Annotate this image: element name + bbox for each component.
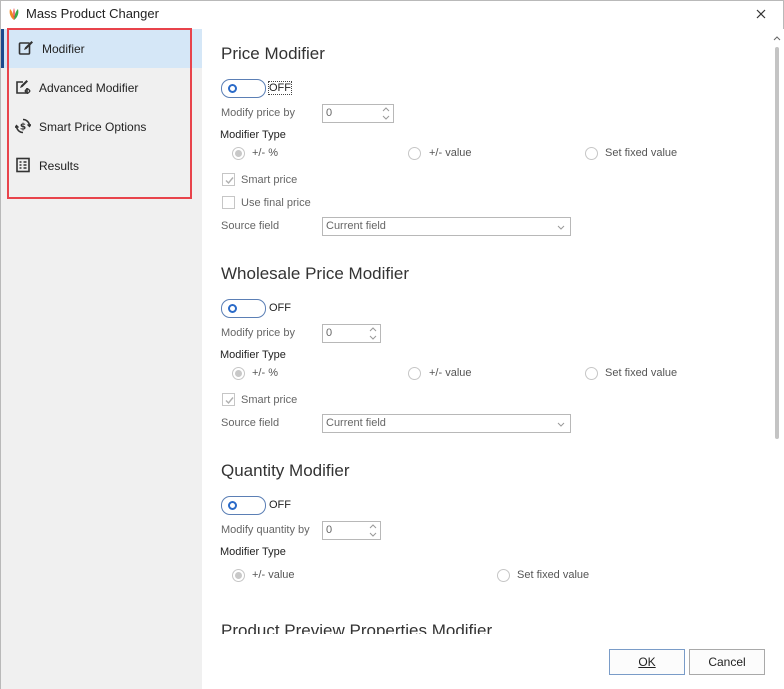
price-type-value-radio[interactable] — [408, 147, 421, 160]
radio-label: Set fixed value — [517, 569, 590, 581]
wholesale-type-fixed-radio[interactable] — [585, 367, 598, 380]
price-modifier-toggle[interactable] — [221, 79, 266, 98]
modify-price-label: Modify price by — [221, 107, 295, 119]
vertical-scrollbar[interactable] — [770, 29, 784, 634]
spin-arrows-icon — [369, 327, 377, 340]
chevron-down-icon — [557, 422, 565, 427]
sidebar-item-advanced-modifier[interactable]: Advanced Modifier — [1, 68, 202, 107]
svg-text:$: $ — [20, 122, 26, 132]
source-field-label: Source field — [221, 417, 280, 429]
sidebar-item-label: Smart Price Options — [39, 120, 147, 134]
radio-label: +/- value — [429, 147, 472, 159]
sidebar-item-smart-price-options[interactable]: $ Smart Price Options — [1, 107, 202, 146]
checkmark-icon — [225, 397, 234, 405]
ok-button[interactable]: OK — [609, 649, 685, 675]
radio-label: +/- % — [252, 367, 278, 379]
sidebar-item-label: Advanced Modifier — [39, 81, 139, 95]
quantity-type-value-radio[interactable] — [232, 569, 245, 582]
close-button[interactable] — [749, 3, 773, 25]
wholesale-type-value-radio[interactable] — [408, 367, 421, 380]
preview-modifier-title: Product Preview Properties Modifier — [221, 621, 493, 634]
use-final-price-checkbox[interactable] — [222, 196, 235, 209]
wholesale-smart-price-checkbox[interactable] — [222, 393, 235, 406]
edit-icon — [18, 40, 34, 56]
wholesale-modifier-title: Wholesale Price Modifier — [221, 264, 410, 283]
advanced-edit-icon — [15, 79, 31, 95]
quantity-modifier-title: Quantity Modifier — [221, 461, 350, 480]
spin-arrows-icon — [369, 524, 377, 537]
modify-price-input[interactable]: 0 — [322, 104, 394, 123]
radio-label: +/- value — [429, 367, 472, 379]
modifier-type-label: Modifier Type — [220, 129, 286, 141]
scroll-up-icon[interactable] — [773, 36, 781, 41]
modify-price-label: Modify price by — [221, 327, 295, 339]
price-type-fixed-radio[interactable] — [585, 147, 598, 160]
modify-quantity-label: Modify quantity by — [221, 524, 310, 536]
modifier-type-label: Modifier Type — [220, 546, 286, 558]
quantity-type-fixed-radio[interactable] — [497, 569, 510, 582]
app-logo-icon — [7, 7, 21, 21]
close-icon — [756, 9, 766, 19]
wholesale-modifier-toggle-state: OFF — [269, 302, 291, 314]
wholesale-type-percent-radio[interactable] — [232, 367, 245, 380]
price-type-percent-radio[interactable] — [232, 147, 245, 160]
title-bar: Mass Product Changer — [1, 1, 783, 29]
price-modifier-title: Price Modifier — [221, 44, 325, 63]
dialog-footer: OK Cancel — [202, 634, 784, 689]
wholesale-source-field-select[interactable]: Current field — [322, 414, 571, 433]
sidebar-item-label: Results — [39, 159, 80, 173]
modifier-type-label: Modifier Type — [220, 349, 286, 361]
price-source-field-select[interactable]: Current field — [322, 217, 571, 236]
radio-label: Set fixed value — [605, 147, 678, 159]
source-field-label: Source field — [221, 220, 280, 232]
checkbox-label: Smart price — [241, 174, 298, 186]
price-modifier-toggle-state: OFF — [268, 81, 292, 95]
price-smart-price-checkbox[interactable] — [222, 173, 235, 186]
radio-label: +/- value — [252, 569, 295, 581]
sidebar-item-modifier[interactable]: Modifier — [1, 29, 202, 68]
checkbox-label: Smart price — [241, 394, 298, 406]
sidebar-item-results[interactable]: Results — [1, 146, 202, 185]
radio-label: Set fixed value — [605, 367, 678, 379]
modifier-panel: Price Modifier OFF Modify price by 0 Mod… — [202, 29, 770, 634]
checkmark-icon — [225, 177, 234, 185]
results-icon — [15, 157, 31, 173]
cancel-button[interactable]: Cancel — [689, 649, 765, 675]
wholesale-modifier-toggle[interactable] — [221, 299, 266, 318]
spin-arrows-icon — [382, 107, 390, 120]
quantity-modifier-toggle[interactable] — [221, 496, 266, 515]
checkbox-label: Use final price — [241, 197, 311, 209]
mass-product-changer-window: Mass Product Changer Modifier Advanced M… — [0, 0, 784, 689]
sidebar: Modifier Advanced Modifier $ Smart Price… — [1, 29, 202, 689]
chevron-down-icon — [557, 225, 565, 230]
scrollbar-thumb[interactable] — [775, 47, 779, 439]
quantity-modifier-toggle-state: OFF — [269, 499, 291, 511]
smart-price-icon: $ — [14, 118, 32, 134]
wholesale-modify-price-input[interactable]: 0 — [322, 324, 381, 343]
window-title: Mass Product Changer — [26, 6, 159, 21]
sidebar-item-label: Modifier — [42, 42, 85, 56]
radio-label: +/- % — [252, 147, 278, 159]
modify-quantity-input[interactable]: 0 — [322, 521, 381, 540]
